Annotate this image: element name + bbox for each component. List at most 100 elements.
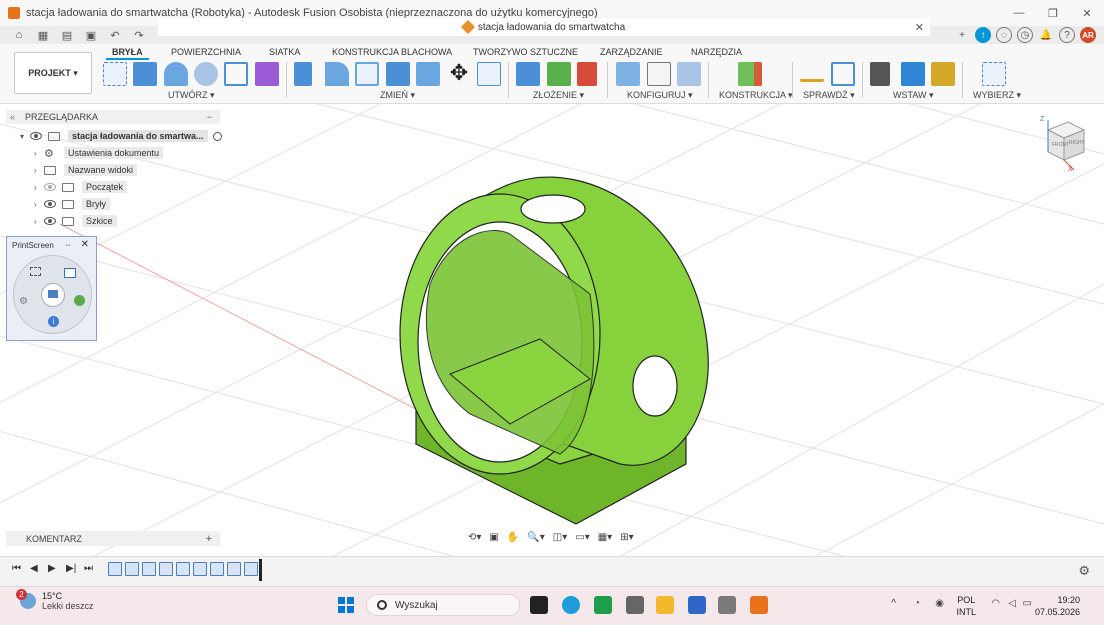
minimize-button[interactable]: — (1002, 0, 1036, 26)
save-icon[interactable]: ▣ (82, 27, 100, 43)
orbit-icon[interactable]: ⟲▾ (468, 532, 481, 543)
grid-icon[interactable]: ▦ (34, 27, 52, 43)
timeline-step-shell[interactable] (244, 562, 258, 576)
update-icon[interactable]: ↑ (975, 27, 991, 43)
revolve-icon[interactable] (164, 62, 188, 86)
create-sketch-icon[interactable] (103, 62, 127, 86)
collapse-arrows-icon[interactable]: « (10, 112, 15, 122)
press-pull-icon[interactable] (294, 62, 312, 86)
chevron-right-icon[interactable]: › (34, 149, 44, 158)
tree-item[interactable]: › Nazwane widoki (34, 163, 138, 177)
form-icon[interactable] (255, 62, 279, 86)
timeline-step-fillet[interactable] (193, 562, 207, 576)
group-zlozenie[interactable]: ZŁOŻENIE ▾ (533, 90, 584, 101)
shell-icon[interactable] (355, 62, 379, 86)
timeline-step-extrude[interactable] (125, 562, 139, 576)
info-icon[interactable]: i (48, 316, 59, 327)
group-wybierz[interactable]: WYBIERZ ▾ (973, 90, 1021, 101)
document-tab[interactable]: stacja ładowania do smartwatcha ✕ (158, 18, 930, 36)
eye-icon[interactable] (44, 200, 56, 208)
go-to-start-icon[interactable]: ⏮ (12, 563, 21, 574)
offset-face-icon[interactable] (416, 62, 440, 86)
sphere-icon[interactable] (194, 62, 218, 86)
tree-item[interactable]: › Szkice (34, 214, 117, 228)
app-green-icon[interactable] (594, 596, 612, 614)
comments-panel[interactable]: KOMENTARZ + (6, 531, 220, 546)
globe-icon[interactable] (74, 295, 85, 306)
close-button[interactable]: ✕ (1070, 0, 1104, 26)
step-back-icon[interactable]: ◀ (30, 563, 38, 574)
configuration-view-icon[interactable] (677, 62, 701, 86)
tree-item[interactable]: › Bryły (34, 197, 110, 211)
eye-hidden-icon[interactable] (44, 183, 56, 191)
insert-canvas-icon[interactable] (901, 62, 925, 86)
wifi-icon[interactable]: ◠ (991, 598, 1000, 609)
settings-gear-icon[interactable]: ⚙ (19, 296, 28, 307)
camera-app-icon[interactable] (626, 596, 644, 614)
radio-icon[interactable] (212, 131, 222, 141)
group-sprawdz[interactable]: SPRAWDŹ ▾ (803, 90, 855, 101)
taskbar-search[interactable]: Wyszukaj (366, 594, 520, 616)
show-hidden-icons-chevron[interactable]: ^ (891, 598, 896, 609)
tree-item[interactable]: › Początek (34, 180, 128, 194)
job-status-icon[interactable]: ◷ (1017, 27, 1033, 43)
tab-zarzadzanie[interactable]: ZARZĄDZANIE (600, 47, 663, 57)
timeline-marker[interactable] (259, 559, 262, 581)
volume-icon[interactable]: ◁ (1008, 598, 1016, 609)
parameters-icon[interactable] (477, 62, 501, 86)
tab-konstrukcja-blachowa[interactable]: KONSTRUKCJA BLACHOWA (332, 47, 452, 57)
play-icon[interactable]: ▶ (48, 563, 56, 574)
pattern-icon[interactable] (224, 62, 248, 86)
notifications-icon[interactable]: 🔔 (1038, 27, 1054, 43)
combine-icon[interactable] (386, 62, 410, 86)
timeline-step-sketch[interactable] (108, 562, 122, 576)
new-tab-icon[interactable]: + (954, 27, 970, 43)
go-to-end-icon[interactable]: ⏭ (84, 563, 93, 574)
redo-icon[interactable]: ↷ (130, 27, 148, 43)
timeline-step-shell[interactable] (227, 562, 241, 576)
timeline-step-move[interactable] (159, 562, 173, 576)
configuration-table-icon[interactable] (647, 62, 671, 86)
tab-tworzywo-sztuczne[interactable]: TWORZYWO SZTUCZNE (473, 47, 578, 57)
viewports-icon[interactable]: ⊞▾ (620, 532, 633, 543)
measure-icon[interactable] (800, 68, 824, 82)
chevron-right-icon[interactable]: › (34, 183, 44, 192)
chevron-down-icon[interactable]: ▾ (20, 132, 30, 141)
fusion-taskbar-icon[interactable] (750, 596, 768, 614)
look-at-icon[interactable]: ▣ (489, 532, 498, 543)
weather-widget[interactable]: 2 15°C Lekki deszcz (16, 589, 94, 611)
pan-icon[interactable]: ✋ (507, 532, 519, 543)
tab-siatka[interactable]: SIATKA (269, 47, 300, 57)
group-wstaw[interactable]: WSTAW ▾ (893, 90, 934, 101)
chevron-right-icon[interactable]: › (34, 200, 44, 209)
eye-icon[interactable] (30, 132, 42, 140)
store-icon[interactable] (688, 596, 706, 614)
undo-icon[interactable]: ↶ (106, 27, 124, 43)
window-capture-icon[interactable] (64, 268, 76, 278)
timeline-step-extrude[interactable] (176, 562, 190, 576)
file-explorer-icon[interactable] (656, 596, 674, 614)
display-settings-icon[interactable]: ▭▾ (575, 532, 589, 543)
group-konstrukcja[interactable]: KONSTRUKCJA ▾ (719, 90, 793, 101)
grid-settings-icon[interactable]: ▦▾ (598, 532, 612, 543)
tab-bryla[interactable]: BRYŁA (106, 47, 149, 60)
group-utworz[interactable]: UTWÓRZ ▾ (168, 90, 215, 101)
insert-mesh-icon[interactable] (931, 62, 955, 86)
browser-minimize-icon[interactable]: − (207, 112, 212, 122)
fit-icon[interactable]: ◫▾ (553, 532, 567, 543)
printscreen-close-icon[interactable]: ✕ (81, 239, 89, 250)
as-built-joint-icon[interactable] (577, 62, 597, 86)
edge-icon[interactable] (562, 596, 580, 614)
step-forward-icon[interactable]: ▶| (66, 563, 76, 574)
calculator-icon[interactable] (718, 596, 736, 614)
tray-app-icon[interactable]: ◔ (914, 598, 920, 609)
tab-powierzchnia[interactable]: POWIERZCHNIA (171, 47, 241, 57)
zoom-icon[interactable]: 🔍▾ (527, 532, 544, 543)
configure-icon[interactable] (616, 62, 640, 86)
move-icon[interactable]: ✥ (447, 62, 471, 86)
viewcube[interactable]: Z FRONT RIGHT X (1040, 116, 1088, 173)
new-component-icon[interactable] (516, 62, 540, 86)
file-icon[interactable]: ▤ (58, 27, 76, 43)
region-capture-icon[interactable] (30, 267, 41, 276)
section-analysis-icon[interactable] (831, 62, 855, 86)
